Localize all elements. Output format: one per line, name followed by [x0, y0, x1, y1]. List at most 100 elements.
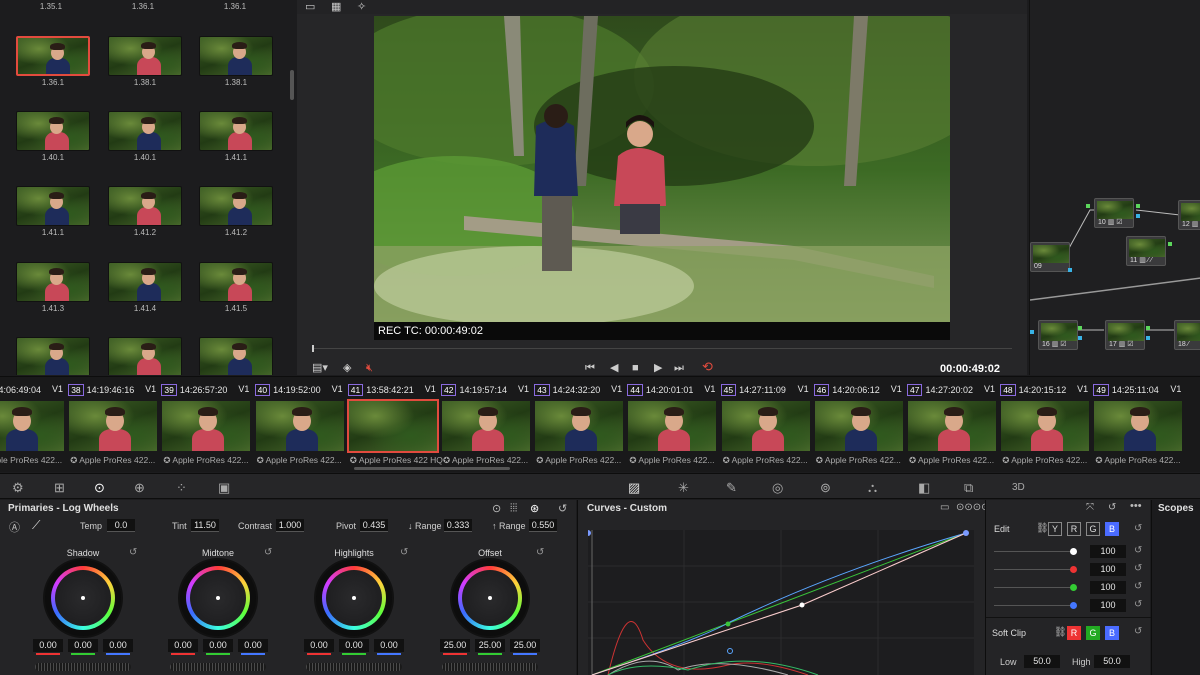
gallery-still[interactable] — [16, 36, 90, 76]
wheel-value-field[interactable]: 0.00 — [304, 639, 334, 652]
grid-view-icon[interactable]: ▦ — [331, 1, 341, 13]
clip-thumbnail[interactable] — [721, 401, 810, 451]
high-field[interactable]: 50.0 — [1094, 655, 1130, 668]
magic-mask-icon[interactable]: ⛬ — [868, 480, 877, 496]
timeline-clip[interactable]: 48 14:20:15:12 V1 ✪ Apple ProRes 422... — [1000, 377, 1092, 473]
timeline-clip[interactable]: 39 14:26:57:20 V1 ✪ Apple ProRes 422... — [161, 377, 253, 473]
wheel-value-field[interactable]: 0.00 — [203, 639, 233, 652]
low-range-field[interactable]: 0.333 — [444, 519, 472, 532]
single-view-icon[interactable]: ▭ — [305, 1, 315, 13]
reset-all-icon[interactable]: ↺ — [558, 502, 567, 515]
viewer-frame[interactable] — [374, 16, 950, 340]
gallery-still[interactable] — [199, 337, 273, 375]
wheel-value-field[interactable]: 0.00 — [339, 639, 369, 652]
color-wheels-icon[interactable]: ⊙ — [94, 480, 105, 496]
node-output-pin[interactable] — [1078, 336, 1082, 340]
expand-icon[interactable]: ⤧ — [1086, 502, 1094, 513]
clip-thumbnail[interactable] — [346, 399, 439, 453]
temp-field[interactable]: 0.0 — [107, 519, 135, 532]
timeline-clip[interactable]: 41 13:58:42:21 V1 ✪ Apple ProRes 422 HQ — [346, 377, 443, 473]
reset-icon[interactable]: ↺ — [1134, 523, 1142, 534]
contrast-field[interactable]: 1.000 — [276, 519, 304, 532]
wheel-value-field[interactable]: 25.00 — [440, 639, 470, 652]
wheel-puck[interactable] — [352, 596, 356, 600]
channel-r-toggle[interactable]: R — [1067, 522, 1081, 536]
high-range-field[interactable]: 0.550 — [529, 519, 557, 532]
node-18[interactable]: 18 ⁄ — [1174, 320, 1200, 350]
wheel-value-field[interactable]: 25.00 — [475, 639, 505, 652]
curves-graph[interactable] — [588, 530, 974, 675]
picker-icon[interactable]: ⟋ — [32, 518, 40, 533]
more-options-icon[interactable]: ••• — [1130, 500, 1142, 512]
curve-control-point[interactable] — [799, 602, 805, 608]
curve-white-point[interactable] — [963, 530, 969, 536]
clip-thumbnail[interactable] — [255, 401, 344, 451]
color-warper-icon[interactable]: ✳ — [678, 480, 689, 496]
timeline-clip[interactable]: 40 14:19:52:00 V1 ✪ Apple ProRes 422... — [254, 377, 347, 473]
gallery-still[interactable] — [108, 186, 182, 226]
3d-icon[interactable]: 3D — [1012, 482, 1025, 493]
wheel-puck[interactable] — [81, 596, 85, 600]
scrubber-track[interactable] — [312, 348, 1012, 349]
r-value-field[interactable]: 100 — [1090, 563, 1126, 576]
playhead[interactable] — [312, 345, 314, 352]
link-icon[interactable]: ⛓ — [1036, 523, 1049, 534]
node-output-pin[interactable] — [1146, 336, 1150, 340]
gallery-still[interactable] — [108, 262, 182, 302]
timeline-clip[interactable]: 43 14:24:32:20 V1 ✪ Apple ProRes 422... — [534, 377, 626, 473]
link-icon[interactable]: ⛓ — [1054, 627, 1067, 638]
wheel-value-field[interactable]: 0.00 — [68, 639, 98, 652]
clip-thumbnail[interactable] — [628, 401, 717, 451]
monitor-icon[interactable]: ▭ — [940, 502, 949, 513]
node-16[interactable]: 16 ▥ ☑ — [1038, 320, 1078, 350]
g-slider-handle[interactable] — [1070, 584, 1077, 591]
tint-field[interactable]: 11.50 — [191, 519, 219, 532]
y-value-field[interactable]: 100 — [1090, 545, 1126, 558]
viewer-options-icon[interactable]: ▤▾ — [312, 362, 328, 374]
r-slider[interactable] — [994, 569, 1074, 570]
blur-icon[interactable]: ◧ — [918, 480, 930, 496]
timeline-clip[interactable]: 49 14:25:11:04 V1 ✪ Apple ProRes 422... — [1093, 377, 1185, 473]
master-wheel[interactable] — [35, 663, 131, 671]
color-match-icon[interactable]: ⊞ — [54, 480, 65, 496]
clip-thumbnail[interactable] — [69, 401, 158, 451]
clip-thumbnail[interactable] — [1094, 401, 1183, 451]
soft-clip-b-toggle[interactable]: B — [1105, 626, 1119, 640]
gallery-still[interactable] — [16, 186, 90, 226]
wheel-value-field[interactable]: 0.00 — [374, 639, 404, 652]
gallery-still[interactable] — [199, 262, 273, 302]
node-input-pin[interactable] — [1086, 204, 1090, 208]
clip-thumbnail[interactable] — [442, 401, 530, 451]
wheel-reset-icon[interactable]: ↺ — [400, 547, 408, 558]
node-11[interactable]: 11 ▥ ⁄ ⁄ — [1126, 236, 1166, 266]
hdr-wheels-icon[interactable]: ⊕ — [134, 480, 145, 496]
y-slider-handle[interactable] — [1070, 548, 1077, 555]
node-17[interactable]: 17 ▥ ☑ — [1105, 320, 1145, 350]
mute-icon[interactable]: 🔇︎ — [366, 362, 373, 374]
timeline-clip[interactable]: 46 14:20:06:12 V1 ✪ Apple ProRes 422... — [813, 377, 906, 473]
gallery-still[interactable] — [199, 36, 273, 76]
timeline-clip[interactable]: 45 14:27:11:09 V1 ✪ Apple ProRes 422... — [720, 377, 813, 473]
wheel-reset-icon[interactable]: ↺ — [264, 547, 272, 558]
auto-balance-icon[interactable]: Ⓐ — [9, 519, 20, 535]
clip-thumbnail[interactable] — [535, 401, 624, 451]
wheel-value-field[interactable]: 0.00 — [33, 639, 63, 652]
clip-thumbnail[interactable] — [908, 401, 996, 451]
gallery-still[interactable] — [108, 111, 182, 151]
b-slider[interactable] — [994, 605, 1074, 606]
node-output-pin[interactable] — [1068, 268, 1072, 272]
log-mode-icon[interactable]: ⊛ — [530, 502, 539, 515]
timeline-clip[interactable]: 38 14:19:46:16 V1 ✪ Apple ProRes 422... — [68, 377, 160, 473]
timeline-clip[interactable]: 3714:06:49:04 V1 ✪ Apple ProRes 422... — [0, 377, 67, 473]
timeline-clip[interactable]: 44 14:20:01:01 V1 ✪ Apple ProRes 422... — [627, 377, 719, 473]
soft-clip-g-toggle[interactable]: G — [1086, 626, 1100, 640]
first-frame-button[interactable]: ⏮ — [585, 362, 595, 374]
gallery-scrollbar[interactable] — [290, 70, 294, 100]
y-slider[interactable] — [994, 551, 1074, 552]
last-frame-button[interactable]: ⏭ — [674, 362, 684, 374]
node-output-pin[interactable] — [1078, 326, 1082, 330]
gallery-still[interactable] — [199, 111, 273, 151]
curve-control-point[interactable] — [725, 621, 731, 627]
gallery-still[interactable] — [16, 262, 90, 302]
node-09[interactable]: 09 — [1030, 242, 1070, 272]
